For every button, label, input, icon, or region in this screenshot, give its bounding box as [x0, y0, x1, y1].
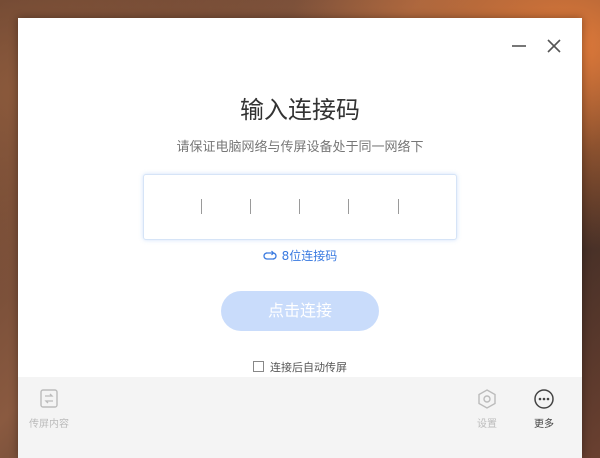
settings-button[interactable]: 设置 [457, 388, 517, 430]
auto-cast-option[interactable]: 连接后自动传屏 [18, 359, 582, 375]
code-slot [201, 199, 202, 214]
page-subtitle: 请保证电脑网络与传屏设备处于同一网络下 [176, 140, 424, 155]
settings-icon [478, 389, 496, 409]
settings-label: 设置 [477, 419, 497, 430]
cast-content-label: 传屏内容 [29, 419, 69, 430]
code-slot [299, 199, 300, 214]
close-icon[interactable] [544, 36, 564, 56]
connect-dialog: 输入连接码 请保证电脑网络与传屏设备处于同一网络下 8位连接码 点击连接 连接后… [18, 18, 582, 458]
code-slot [348, 199, 349, 214]
code-slot [250, 199, 251, 214]
page-title: 输入连接码 [240, 96, 360, 124]
more-icon [534, 389, 554, 409]
connection-code-input[interactable] [143, 174, 457, 240]
switch-icon [263, 250, 277, 260]
auto-cast-checkbox[interactable] [253, 361, 264, 372]
connect-button[interactable]: 点击连接 [221, 291, 379, 331]
cast-content-icon [40, 389, 58, 408]
auto-cast-label: 连接后自动传屏 [270, 361, 347, 374]
switch-link-label: 8位连接码 [281, 249, 338, 263]
more-label: 更多 [534, 419, 554, 430]
code-slot [398, 199, 399, 214]
footer-bar: 传屏内容 设置 更多 [18, 377, 582, 458]
switch-8-digit-code-link[interactable]: 8位连接码 [18, 247, 582, 264]
minimize-icon[interactable] [509, 36, 529, 56]
more-button[interactable]: 更多 [514, 388, 574, 430]
cast-content-button[interactable]: 传屏内容 [19, 388, 79, 430]
